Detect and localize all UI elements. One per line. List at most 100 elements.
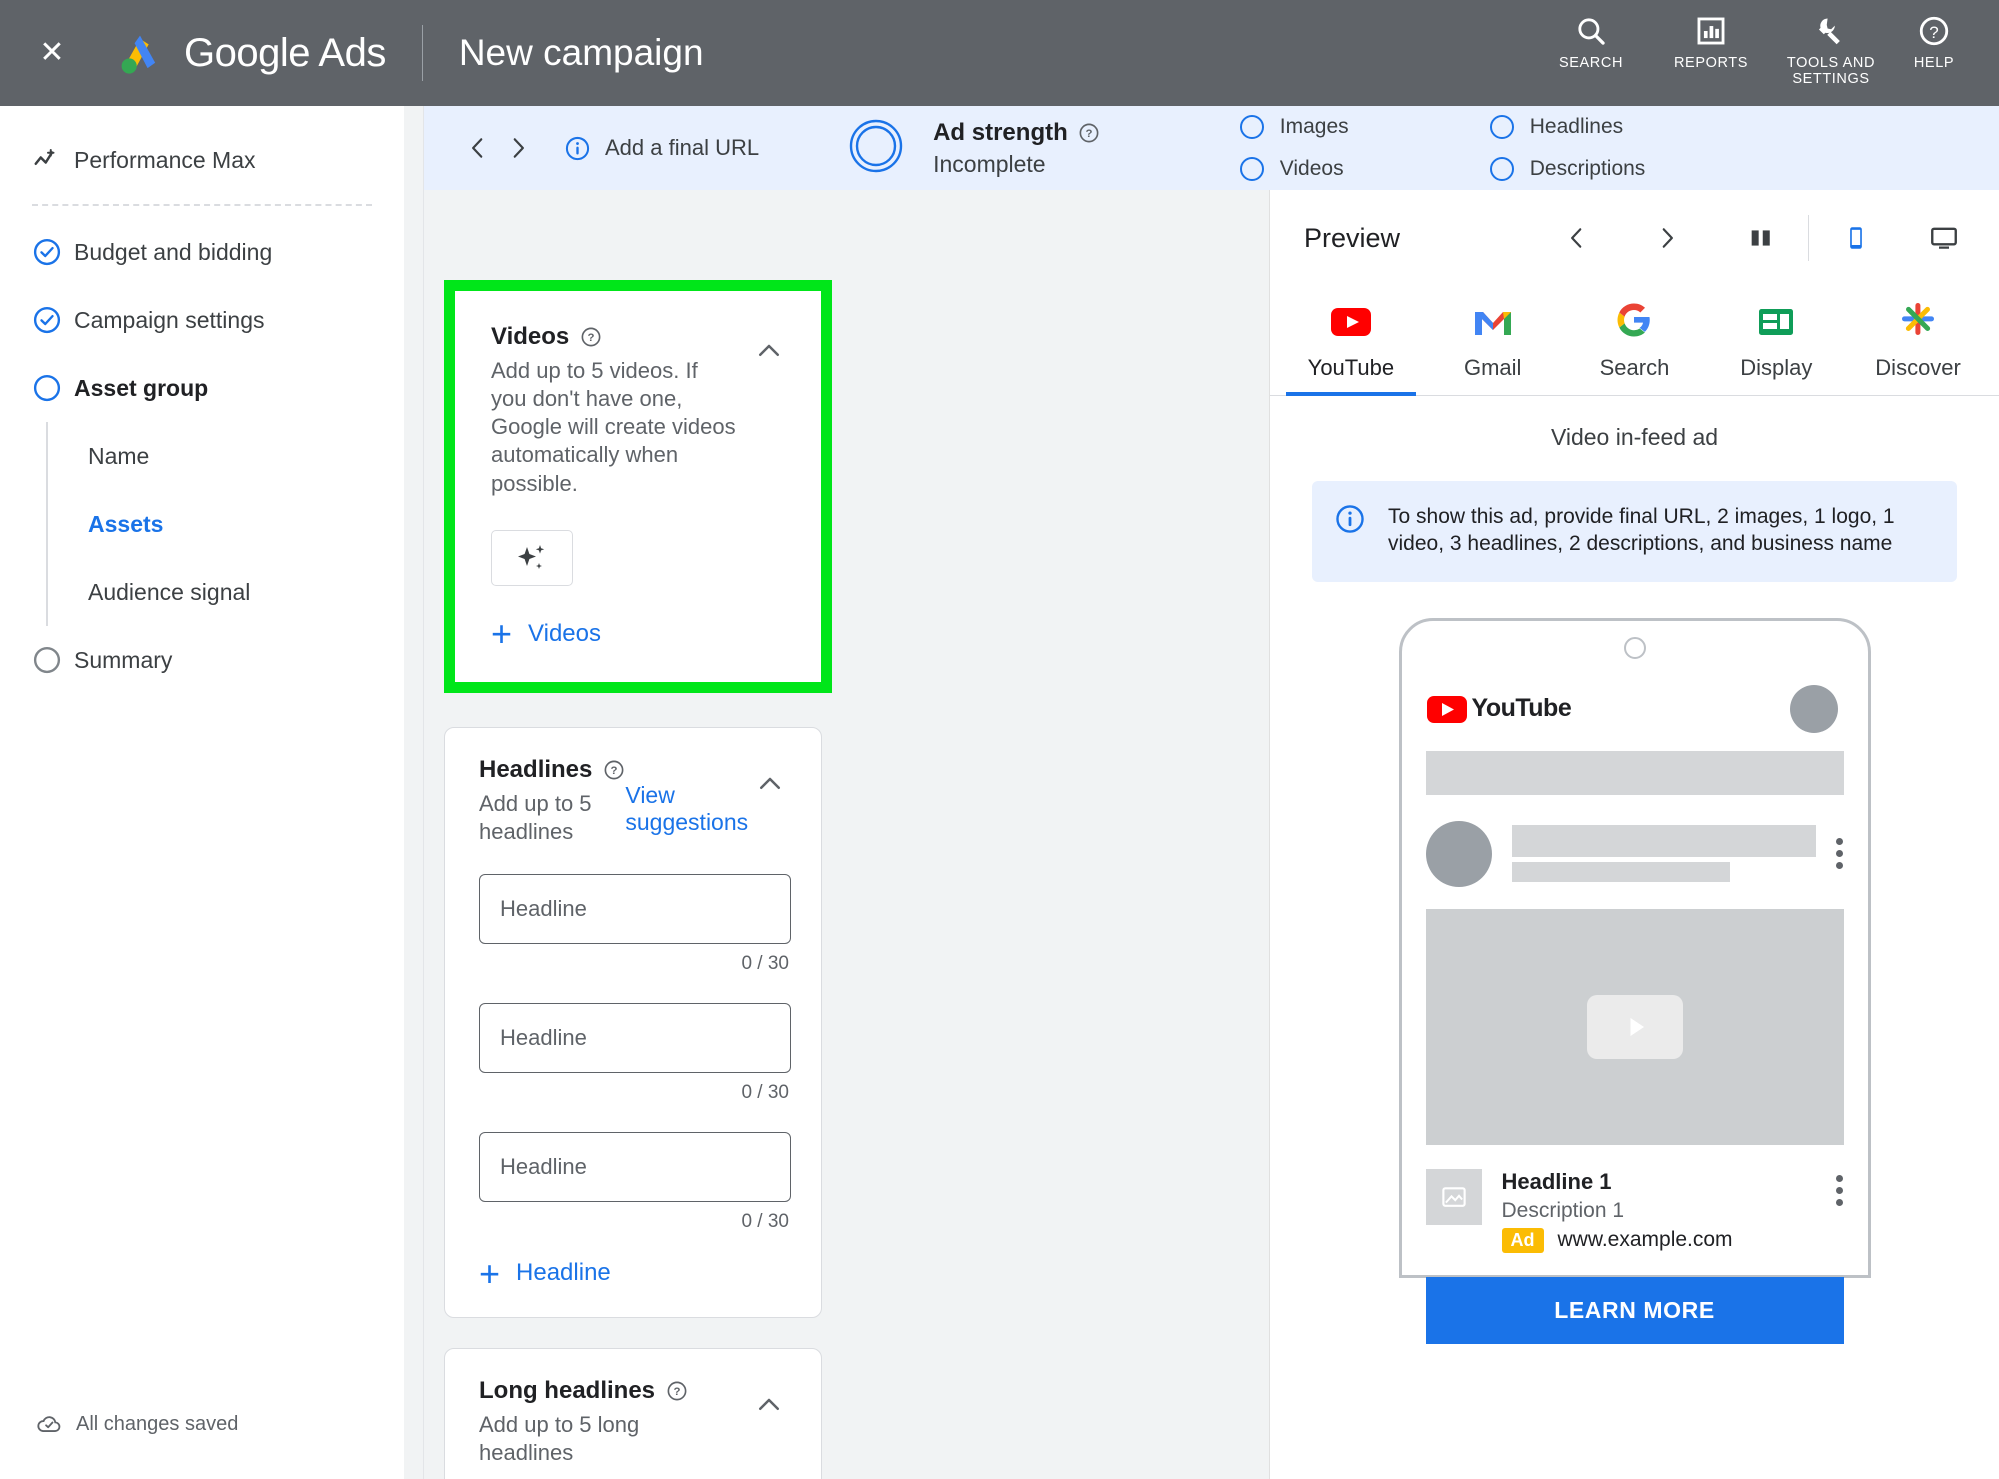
long-headlines-card-header-text: Long headlines ? Add up to 5 long headli… (479, 1377, 747, 1467)
preview-next-button[interactable] (1644, 215, 1690, 261)
long-headlines-card-header: Long headlines ? Add up to 5 long headli… (479, 1377, 791, 1467)
headlines-card-description: Add up to 5 headlines (479, 790, 614, 846)
videos-card: Videos ? Add up to 5 videos. If you don'… (455, 291, 821, 682)
help-question-icon[interactable]: ? (603, 759, 625, 781)
long-headlines-card-collapse-button[interactable] (747, 1383, 791, 1427)
tools-settings-button[interactable]: TOOLS AND SETTINGS (1771, 14, 1891, 87)
long-headlines-card: Long headlines ? Add up to 5 long headli… (444, 1348, 822, 1479)
add-videos-label: Videos (528, 620, 601, 648)
view-suggestions-link[interactable]: View suggestions (625, 782, 748, 836)
more-options-icon[interactable] (1836, 838, 1844, 869)
svg-text:?: ? (1085, 128, 1092, 140)
status-badge: Ad (1502, 1228, 1544, 1253)
preview-desktop-view-button[interactable] (1921, 215, 1967, 261)
headlines-card-collapse-button[interactable] (748, 762, 792, 806)
headline-input-3[interactable]: Headline (479, 1132, 791, 1202)
channel-avatar (1426, 821, 1492, 887)
preview-tab-search-label: Search (1600, 355, 1670, 381)
sidebar-item-performance-max-label: Performance Max (74, 147, 256, 174)
preview-mobile-view-button[interactable] (1833, 215, 1879, 261)
headline-input-2[interactable]: Headline (479, 1003, 791, 1073)
search-button[interactable]: SEARCH (1531, 14, 1651, 71)
image-placeholder-icon (1426, 1169, 1482, 1225)
sidebar-item-campaign-settings[interactable]: Campaign settings (0, 286, 404, 354)
more-options-icon[interactable] (1836, 1175, 1844, 1253)
videos-card-header-text: Videos ? Add up to 5 videos. If you don'… (491, 323, 747, 498)
sidebar-item-performance-max[interactable]: Performance Max (0, 126, 404, 194)
preview-tab-gmail[interactable]: Gmail (1422, 306, 1564, 395)
sidebar-item-summary-label: Summary (74, 647, 172, 674)
help-question-icon[interactable]: ? (666, 1380, 688, 1402)
requirement-images: Images (1240, 115, 1490, 139)
page-title: New campaign (459, 32, 704, 74)
chevron-right-icon (1654, 225, 1680, 251)
campaign-steps-nav: Performance Max Budget and bidding (0, 106, 404, 694)
preview-split-view-button[interactable] (1738, 215, 1784, 261)
sidebar-subitem-audience-signal[interactable]: Audience signal (48, 558, 404, 626)
help-question-icon[interactable]: ? (580, 326, 602, 348)
headline-counter-1: 0 / 30 (479, 953, 791, 975)
gmail-icon (1472, 306, 1514, 338)
previous-asset-group-button[interactable] (458, 128, 498, 168)
next-asset-group-button[interactable] (498, 128, 538, 168)
long-headlines-card-title-row: Long headlines ? (479, 1377, 747, 1405)
preview-tab-display[interactable]: Display (1705, 306, 1847, 395)
add-final-url-item[interactable]: Add a final URL (564, 135, 759, 162)
preview-title: Preview (1304, 223, 1400, 254)
info-icon (1334, 503, 1366, 535)
chevron-left-icon (1564, 225, 1590, 251)
google-ads-logo: Google Ads (114, 27, 386, 79)
help-button[interactable]: ? HELP (1891, 14, 1977, 71)
ad-strength-title-row: Ad strength ? (933, 119, 1100, 147)
trending-line-icon (32, 145, 74, 175)
preview-tab-search[interactable]: Search (1564, 302, 1706, 395)
videos-card-highlight: Videos ? Add up to 5 videos. If you don'… (444, 280, 832, 693)
mobile-device-icon (1842, 224, 1870, 252)
preview-tab-display-label: Display (1740, 355, 1812, 381)
sidebar-subitem-name[interactable]: Name (48, 422, 404, 490)
sidebar-item-asset-group[interactable]: Asset group (0, 354, 404, 422)
sidebar-item-budget-and-bidding[interactable]: Budget and bidding (0, 218, 404, 286)
preview-tab-youtube-label: YouTube (1308, 355, 1394, 381)
long-headlines-card-description: Add up to 5 long headlines (479, 1411, 727, 1467)
preview-info-message: To show this ad, provide final URL, 2 im… (1388, 503, 1931, 558)
preview-tab-discover[interactable]: Discover (1847, 300, 1989, 395)
svg-text:?: ? (1929, 23, 1938, 42)
sidebar-subitem-name-label: Name (88, 443, 149, 470)
headline-counter-3: 0 / 30 (479, 1211, 791, 1233)
chevron-up-icon (754, 1390, 784, 1420)
generate-videos-button[interactable] (491, 530, 573, 586)
close-icon[interactable]: ✕ (32, 33, 72, 73)
preview-previous-button[interactable] (1554, 215, 1600, 261)
headlines-card: Headlines ? Add up to 5 headlines View s… (444, 727, 822, 1318)
sidebar-item-summary[interactable]: Summary (0, 626, 404, 694)
campaign-steps-sidebar: Performance Max Budget and bidding (0, 106, 404, 1479)
save-status: All changes saved (36, 1411, 238, 1437)
add-videos-link[interactable]: + Videos (491, 620, 791, 648)
preview-tab-youtube[interactable]: YouTube (1280, 306, 1422, 395)
headline-input-1[interactable]: Headline (479, 874, 791, 944)
ad-strength-gauge (847, 117, 905, 180)
top-app-bar: ✕ Google Ads New campaign SEARCH (0, 0, 1999, 106)
videos-card-collapse-button[interactable] (747, 329, 791, 373)
requirement-videos-label: Videos (1280, 157, 1344, 181)
cloud-done-icon (36, 1411, 62, 1437)
help-question-icon[interactable]: ? (1078, 122, 1100, 144)
sparkle-icon (513, 541, 551, 575)
preview-controls (1554, 215, 1967, 261)
ad-display-url: www.example.com (1558, 1228, 1733, 1252)
topbar-divider (422, 25, 423, 81)
display-icon (1757, 306, 1795, 338)
avatar (1790, 685, 1838, 733)
headline-counter-2: 0 / 30 (479, 1082, 791, 1104)
brand-name: Google Ads (184, 31, 386, 76)
headlines-card-title-row: Headlines ? (479, 756, 625, 784)
add-headline-link[interactable]: + Headline (479, 1259, 791, 1287)
cta-button[interactable]: LEARN MORE (1426, 1277, 1844, 1344)
tools-settings-button-label: TOOLS AND SETTINGS (1771, 55, 1891, 87)
sidebar-subitem-assets[interactable]: Assets (48, 490, 404, 558)
ad-description: Description 1 (1502, 1199, 1816, 1223)
preview-tab-gmail-label: Gmail (1464, 355, 1521, 381)
plus-icon: + (491, 621, 512, 646)
reports-button[interactable]: REPORTS (1651, 14, 1771, 71)
